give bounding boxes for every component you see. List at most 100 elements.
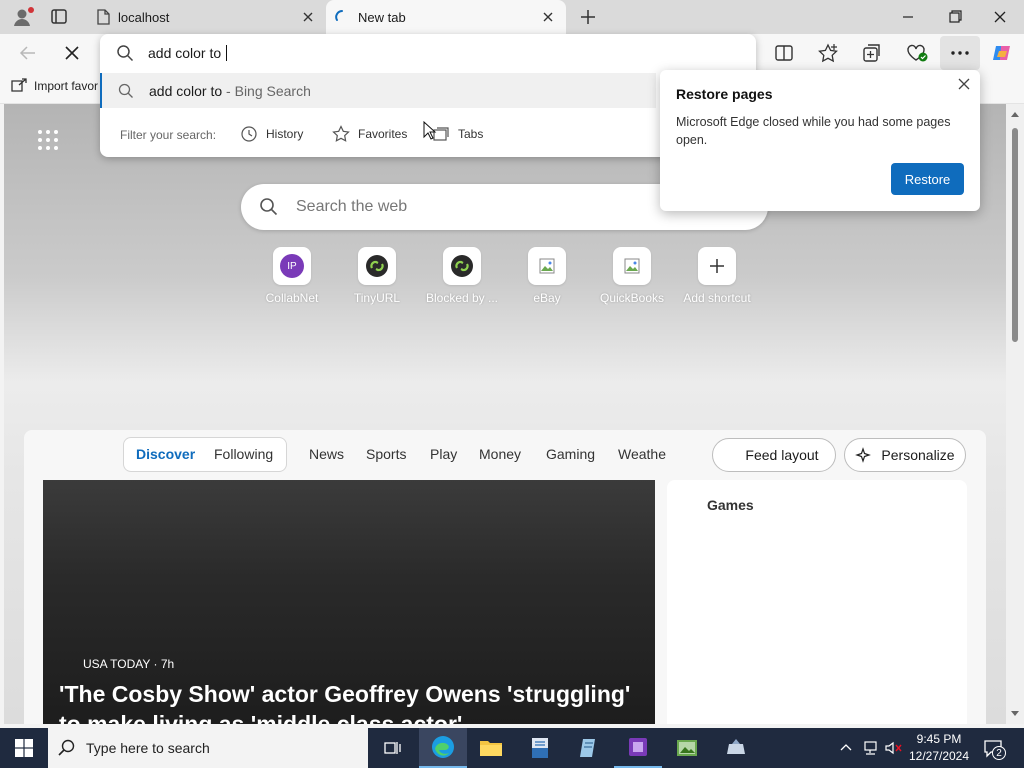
taskbar-app-4[interactable] [663, 728, 711, 768]
search-icon [118, 83, 134, 99]
star-icon [332, 125, 350, 143]
close-icon[interactable] [956, 76, 972, 92]
history-icon [240, 125, 258, 143]
tab-label: localhost [118, 9, 170, 25]
cloud-app-icon [723, 737, 749, 759]
shortcut-tinyurl[interactable]: TinyURL [334, 247, 420, 305]
filter-history-label: History [266, 127, 304, 141]
shortcut-ebay[interactable]: eBay [504, 247, 590, 305]
clock-time: 9:45 PM [916, 732, 962, 746]
feed-layout-label: Feed layout [745, 447, 819, 463]
feed-nav-news[interactable]: News [309, 446, 344, 462]
search-placeholder: Search the web [296, 198, 408, 215]
close-tab-icon[interactable] [536, 5, 560, 29]
games-panel: Games [667, 480, 967, 724]
shortcut-label: CollabNet [265, 291, 319, 305]
search-icon [58, 739, 76, 757]
browser-essentials-icon[interactable] [904, 42, 930, 64]
volume-muted-icon[interactable] [884, 740, 904, 756]
stop-loading-button[interactable] [60, 42, 84, 64]
start-button[interactable] [0, 728, 48, 768]
shortcut-label: Add shortcut [683, 291, 751, 305]
windows-logo-icon [15, 739, 33, 757]
tab-new-tab[interactable]: New tab [326, 0, 566, 34]
close-tab-icon[interactable] [296, 5, 320, 29]
shortcut-label: QuickBooks [599, 291, 665, 305]
shortcut-quickbooks[interactable]: QuickBooks [589, 247, 675, 305]
shortcut-collabnet[interactable]: IP CollabNet [249, 247, 335, 305]
add-shortcut-button[interactable]: Add shortcut [674, 247, 760, 305]
feed-nav-play[interactable]: Play [430, 446, 457, 462]
loading-icon [334, 9, 350, 25]
search-icon [116, 44, 134, 62]
edge-icon [430, 734, 456, 760]
personalize-button[interactable]: Personalize [844, 438, 966, 472]
filter-favorites[interactable]: Favorites [332, 125, 407, 143]
feed-nav-gaming[interactable]: Gaming [546, 446, 595, 462]
settings-more-button[interactable] [940, 36, 980, 70]
copilot-icon[interactable] [990, 42, 1014, 64]
personalize-label: Personalize [881, 447, 955, 463]
tab-following[interactable]: Following [214, 446, 273, 462]
import-icon [10, 78, 28, 94]
collections-icon[interactable] [860, 42, 884, 64]
popup-body: Microsoft Edge closed while you had some… [676, 115, 951, 147]
notepad-icon [577, 736, 601, 760]
taskbar-app-1[interactable] [516, 728, 564, 768]
task-view-button[interactable] [368, 728, 416, 768]
search-icon [259, 197, 279, 217]
filter-history[interactable]: History [240, 125, 303, 143]
new-tab-button[interactable] [578, 7, 598, 27]
vertical-scrollbar[interactable] [1006, 104, 1024, 724]
chip-app-icon [626, 735, 650, 759]
feed-nav-weather[interactable]: Weathe [618, 446, 666, 462]
filter-tabs[interactable]: Tabs [432, 125, 483, 143]
network-icon[interactable] [862, 740, 880, 756]
document-app-icon [528, 736, 552, 760]
taskbar-search-box[interactable]: Type here to search [48, 728, 368, 768]
tray-chevron-icon[interactable] [838, 740, 854, 756]
address-input[interactable]: add color to [148, 45, 228, 61]
restore-window-button[interactable] [942, 7, 966, 27]
profile-icon[interactable] [12, 6, 34, 28]
feed-nav-money[interactable]: Money [479, 446, 521, 462]
apps-launcher-icon[interactable] [36, 128, 60, 152]
import-favorites-link[interactable]: Import favor [10, 78, 98, 94]
back-button[interactable] [16, 42, 40, 64]
ip-avatar-icon: IP [280, 254, 304, 278]
tinyurl-icon [364, 253, 390, 279]
tab-discover[interactable]: Discover [136, 446, 195, 462]
taskbar-app-3[interactable] [614, 728, 662, 768]
taskbar-app-5[interactable] [712, 728, 760, 768]
split-screen-icon[interactable] [772, 42, 796, 64]
clock-date: 12/27/2024 [908, 749, 970, 763]
tab-actions-icon[interactable] [50, 8, 70, 26]
taskbar-app-2[interactable] [565, 728, 613, 768]
restore-button[interactable]: Restore [891, 163, 964, 195]
article-headline: 'The Cosby Show' actor Geoffrey Owens 's… [59, 681, 631, 724]
tab-localhost[interactable]: localhost [88, 0, 326, 34]
taskbar-file-explorer[interactable] [467, 728, 515, 768]
close-window-button[interactable] [988, 7, 1012, 27]
tinyurl-icon [449, 253, 475, 279]
minimize-button[interactable] [896, 10, 920, 24]
broken-image-icon [623, 257, 641, 275]
shortcut-label: Blocked by ... [425, 291, 499, 305]
filter-tabs-label: Tabs [458, 127, 484, 141]
folder-icon [479, 738, 503, 758]
hero-article[interactable]: USA TODAY · 7h 'The Cosby Show' actor Ge… [43, 480, 655, 724]
feed-nav-sports[interactable]: Sports [366, 446, 406, 462]
shortcut-blocked[interactable]: Blocked by ... [419, 247, 505, 305]
mouse-cursor-icon [423, 121, 437, 141]
taskbar-edge[interactable] [419, 728, 467, 768]
taskbar-search-placeholder: Type here to search [86, 740, 210, 756]
notifications-icon[interactable]: 2 [982, 738, 1006, 760]
task-view-icon [382, 739, 402, 757]
image-app-icon [675, 736, 699, 760]
filter-label: Filter your search: [120, 128, 217, 142]
system-clock[interactable]: 9:45 PM 12/27/2024 [908, 731, 970, 765]
suggestion-item[interactable]: add color to - Bing Search [100, 73, 656, 108]
favorites-icon[interactable] [816, 42, 840, 64]
feed-layout-button[interactable]: Feed layout [712, 438, 836, 472]
tab-label: New tab [358, 9, 406, 25]
